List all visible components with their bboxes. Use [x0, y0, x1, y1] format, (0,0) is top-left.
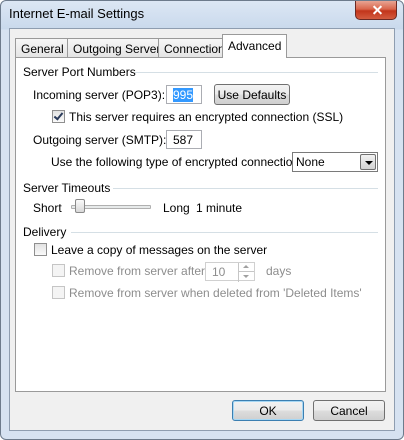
checkmark-icon: [53, 110, 64, 121]
dialog-client-area: General Outgoing Server Connection Advan…: [9, 28, 395, 431]
days-spinner[interactable]: [238, 263, 254, 282]
tab-connection[interactable]: Connection: [158, 38, 231, 57]
timeout-value-label: 1 minute: [196, 201, 243, 215]
spin-up-icon[interactable]: [239, 263, 254, 272]
chevron-down-icon[interactable]: [360, 154, 376, 170]
remove-deleted-label: Remove from server when deleted from 'De…: [69, 286, 362, 300]
email-settings-window: Internet E-mail Settings General Outgoin…: [0, 0, 404, 440]
tab-advanced[interactable]: Advanced: [222, 34, 288, 58]
outgoing-port-value: 587: [173, 133, 194, 147]
advanced-tab-panel: Server Port Numbers Incoming server (POP…: [15, 57, 386, 392]
section-divider: [71, 232, 378, 233]
spin-down-icon[interactable]: [239, 272, 254, 281]
server-timeouts-heading: Server Timeouts: [23, 181, 111, 195]
timeout-long-label: Long: [163, 201, 190, 215]
incoming-port-input[interactable]: 995: [166, 85, 202, 104]
tab-general[interactable]: General: [15, 38, 70, 57]
section-divider: [113, 188, 378, 189]
outgoing-server-label: Outgoing server (SMTP):: [33, 133, 167, 147]
incoming-port-value: 995: [173, 88, 194, 102]
cancel-button[interactable]: Cancel: [313, 400, 385, 421]
timeout-short-label: Short: [33, 201, 62, 215]
title-bar[interactable]: Internet E-mail Settings: [1, 1, 403, 27]
outgoing-port-input[interactable]: 587: [166, 130, 202, 149]
remove-after-days-input[interactable]: 10: [205, 262, 255, 282]
incoming-server-label: Incoming server (POP3):: [33, 88, 166, 102]
encryption-type-select[interactable]: None: [292, 152, 378, 172]
leave-copy-label[interactable]: Leave a copy of messages on the server: [51, 243, 267, 257]
section-divider: [135, 72, 378, 73]
remove-after-checkbox[interactable]: [52, 264, 65, 277]
days-label: days: [266, 264, 292, 278]
ssl-checkbox[interactable]: [52, 110, 65, 123]
leave-copy-checkbox[interactable]: [34, 243, 47, 256]
encryption-type-label: Use the following type of encrypted conn…: [51, 155, 303, 169]
timeout-slider-thumb[interactable]: [74, 199, 85, 213]
remove-deleted-checkbox[interactable]: [52, 286, 65, 299]
close-button[interactable]: [355, 1, 397, 20]
use-defaults-button[interactable]: Use Defaults: [214, 84, 290, 105]
server-port-numbers-heading: Server Port Numbers: [23, 65, 136, 79]
window-title: Internet E-mail Settings: [9, 6, 145, 21]
ok-button[interactable]: OK: [232, 400, 304, 421]
encryption-type-value: None: [296, 155, 325, 169]
ssl-checkbox-label[interactable]: This server requires an encrypted connec…: [69, 110, 343, 124]
remove-after-days-value: 10: [212, 265, 226, 279]
remove-after-label: Remove from server after: [69, 264, 206, 278]
tab-outgoing-server[interactable]: Outgoing Server: [67, 38, 167, 57]
delivery-heading: Delivery: [23, 225, 67, 239]
